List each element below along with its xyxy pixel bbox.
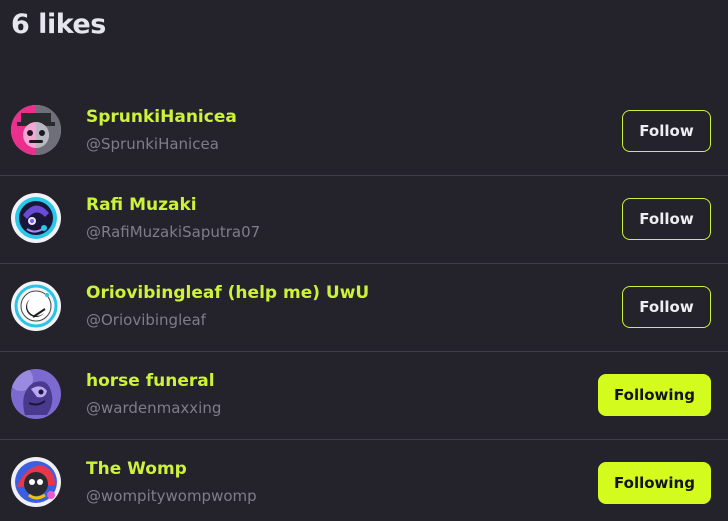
avatar[interactable] — [11, 281, 61, 331]
likes-page: 6 likes SprunkiHanicea @SprunkiHanicea F… — [0, 0, 728, 521]
follow-button[interactable]: Follow — [622, 286, 711, 328]
list-item: Oriovibingleaf (help me) UwU @Oriovibing… — [0, 264, 728, 352]
avatar[interactable] — [11, 105, 61, 155]
user-name[interactable]: Oriovibingleaf (help me) UwU — [86, 283, 369, 303]
avatar[interactable] — [11, 457, 61, 507]
user-handle: @Oriovibingleaf — [86, 311, 206, 329]
avatar[interactable] — [11, 369, 61, 419]
moon-avatar-icon — [11, 281, 61, 331]
page-title: 6 likes — [11, 9, 106, 40]
purple-creature-avatar-icon — [11, 369, 61, 419]
following-button[interactable]: Following — [598, 462, 711, 504]
list-item: The Womp @wompitywompwomp Following — [0, 440, 728, 521]
user-name[interactable]: SprunkiHanicea — [86, 107, 237, 127]
list-item: SprunkiHanicea @SprunkiHanicea Follow — [0, 88, 728, 176]
user-handle: @wardenmaxxing — [86, 399, 222, 417]
user-handle: @RafiMuzakiSaputra07 — [86, 223, 261, 241]
list-item: horse funeral @wardenmaxxing Following — [0, 352, 728, 440]
purple-character-avatar-icon — [11, 193, 61, 243]
follow-button[interactable]: Follow — [622, 110, 711, 152]
avatar[interactable] — [11, 193, 61, 243]
pink-character-avatar-icon — [11, 105, 61, 155]
list-item: Rafi Muzaki @RafiMuzakiSaputra07 Follow — [0, 176, 728, 264]
following-button[interactable]: Following — [598, 374, 711, 416]
follow-button[interactable]: Follow — [622, 198, 711, 240]
user-name[interactable]: horse funeral — [86, 371, 215, 391]
user-handle: @SprunkiHanicea — [86, 135, 219, 153]
likes-list: SprunkiHanicea @SprunkiHanicea Follow Ra… — [0, 88, 728, 521]
colorful-character-avatar-icon — [11, 457, 61, 507]
user-name[interactable]: The Womp — [86, 459, 187, 479]
user-handle: @wompitywompwomp — [86, 487, 257, 505]
user-name[interactable]: Rafi Muzaki — [86, 195, 197, 215]
